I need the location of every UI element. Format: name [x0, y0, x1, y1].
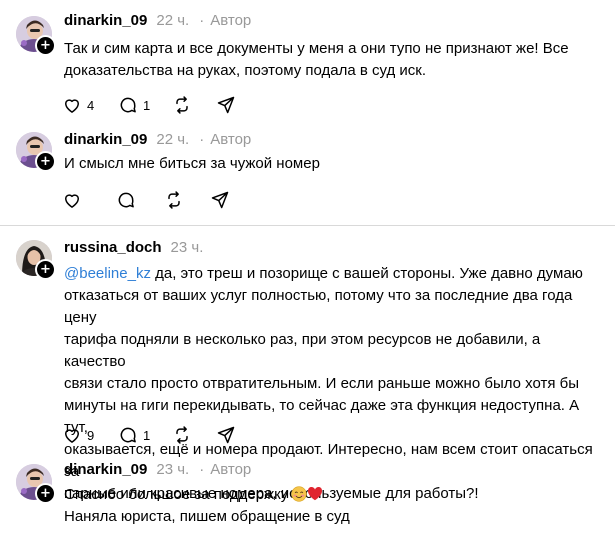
username[interactable]: dinarkin_09: [64, 131, 147, 148]
author-badge: Автор: [199, 461, 251, 478]
avatar-russina[interactable]: +: [16, 240, 56, 280]
post-text: И смысл мне биться за чужой номер: [64, 153, 604, 175]
post-header: russina_doch 23 ч.: [64, 239, 203, 259]
reply-button[interactable]: [116, 189, 164, 211]
timestamp[interactable]: 22 ч.: [156, 12, 189, 29]
paper-plane-icon: [216, 95, 236, 115]
follow-plus-icon[interactable]: +: [35, 151, 56, 172]
post-1: + dinarkin_09 22 ч. Автор Так и сим карт…: [0, 0, 615, 128]
share-button[interactable]: [210, 189, 240, 211]
timestamp[interactable]: 22 ч.: [156, 131, 189, 148]
red-heart-emoji: [307, 486, 323, 501]
repost-button[interactable]: [172, 94, 216, 116]
text-line: отказаться от ваших услуг полностью, пот…: [64, 287, 573, 326]
repost-button[interactable]: [164, 189, 210, 211]
repost-icon: [172, 425, 192, 445]
action-bar: [62, 189, 240, 211]
reply-button[interactable]: 1: [118, 424, 172, 446]
text-line: Так и сим карта и все документы у меня а…: [64, 40, 569, 57]
post-header: dinarkin_09 22 ч. Автор: [64, 12, 251, 32]
action-bar: 9 1: [62, 424, 246, 446]
mention-link[interactable]: @beeline_kz: [64, 265, 151, 282]
post-header: dinarkin_09 23 ч. Автор: [64, 461, 251, 481]
heart-icon: [62, 95, 82, 115]
text-line-rest: да, это треш и позорище с вашей стороны.…: [150, 265, 583, 282]
timestamp[interactable]: 23 ч.: [156, 461, 189, 478]
text-line: И смысл мне биться за чужой номер: [64, 155, 320, 172]
post-3: + russina_doch 23 ч. @beeline_kz да, это…: [0, 226, 615, 502]
speech-bubble-icon: [116, 190, 136, 210]
post-text: Так и сим карта и все документы у меня а…: [64, 38, 604, 82]
like-button[interactable]: [62, 189, 116, 211]
username[interactable]: dinarkin_09: [64, 12, 147, 29]
paper-plane-icon: [216, 425, 236, 445]
avatar-dinarkin[interactable]: +: [16, 16, 56, 56]
avatar-dinarkin[interactable]: +: [16, 132, 56, 172]
share-button[interactable]: [216, 94, 246, 116]
follow-plus-icon[interactable]: +: [35, 259, 56, 280]
username[interactable]: russina_doch: [64, 239, 162, 256]
text-line: @beeline_kz да, это треш и позорище с ва…: [64, 263, 604, 285]
reply-count: 1: [143, 427, 151, 443]
reply-button[interactable]: 1: [118, 94, 172, 116]
post-text: Спасибо большое за поддержку Наняла юрис…: [64, 484, 604, 528]
username[interactable]: dinarkin_09: [64, 461, 147, 478]
post-2: + dinarkin_09 22 ч. Автор И смысл мне би…: [0, 128, 615, 224]
share-button[interactable]: [216, 424, 246, 446]
timestamp[interactable]: 23 ч.: [171, 239, 204, 256]
like-count: 9: [87, 427, 95, 443]
follow-plus-icon[interactable]: +: [35, 483, 56, 504]
heart-icon: [62, 425, 82, 445]
repost-icon: [172, 95, 192, 115]
text-line-body: Спасибо большое за поддержку: [64, 486, 289, 503]
text-line: доказательства на руках, поэтому подала …: [64, 62, 427, 79]
like-button[interactable]: 9: [62, 424, 118, 446]
paper-plane-icon: [210, 190, 230, 210]
action-bar: 4 1: [62, 94, 246, 116]
text-line: Наняла юриста, пишем обращение в суд: [64, 508, 350, 525]
text-line: тарифа подняли в несколько раз, при этом…: [64, 331, 541, 370]
post-4: + dinarkin_09 23 ч. Автор Спасибо большо…: [0, 456, 615, 533]
text-line: Спасибо большое за поддержку: [64, 484, 604, 506]
speech-bubble-icon: [118, 95, 138, 115]
reply-count: 1: [143, 97, 151, 113]
follow-plus-icon[interactable]: +: [35, 35, 56, 56]
speech-bubble-icon: [118, 425, 138, 445]
heart-icon: [62, 190, 82, 210]
avatar-dinarkin[interactable]: +: [16, 464, 56, 504]
smiling-face-emoji: [291, 486, 307, 502]
author-badge: Автор: [199, 12, 251, 29]
text-line: связи стало просто отвратительным. И есл…: [64, 375, 580, 392]
repost-button[interactable]: [172, 424, 216, 446]
like-count: 4: [87, 97, 95, 113]
author-badge: Автор: [199, 131, 251, 148]
repost-icon: [164, 190, 184, 210]
like-button[interactable]: 4: [62, 94, 118, 116]
post-header: dinarkin_09 22 ч. Автор: [64, 131, 251, 151]
